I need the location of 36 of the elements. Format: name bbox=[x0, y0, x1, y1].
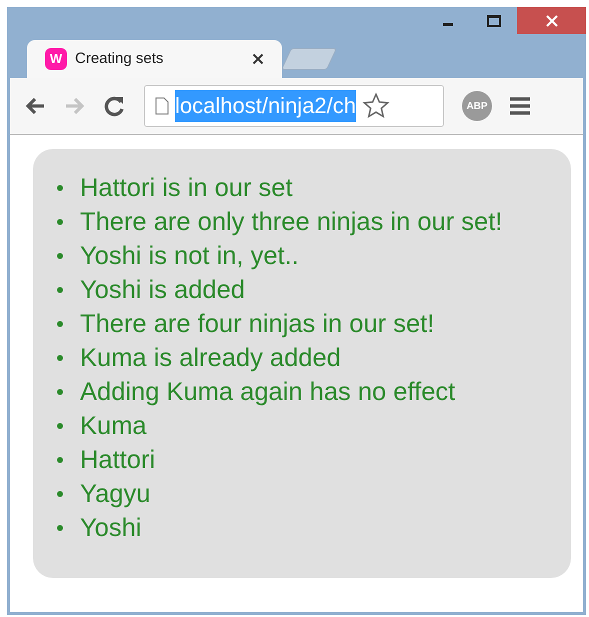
browser-tab[interactable]: W Creating sets bbox=[27, 40, 282, 78]
list-item: Yoshi bbox=[80, 512, 142, 544]
url-text: localhost/ninja2/ch bbox=[175, 90, 356, 122]
bullet-icon bbox=[57, 219, 63, 225]
menu-icon[interactable] bbox=[510, 97, 530, 115]
list-item: Kuma is already added bbox=[80, 342, 341, 374]
bullet-icon bbox=[57, 287, 63, 293]
list-item: Hattori bbox=[80, 444, 156, 476]
bullet-icon bbox=[57, 321, 63, 327]
bullet-icon bbox=[57, 355, 63, 361]
list-item: Yagyu bbox=[80, 478, 150, 510]
back-arrow-icon[interactable] bbox=[24, 96, 46, 116]
reload-icon[interactable] bbox=[104, 95, 126, 117]
list-item: Adding Kuma again has no effect bbox=[80, 376, 456, 408]
bullet-icon bbox=[57, 185, 63, 191]
close-tab-icon[interactable] bbox=[252, 53, 264, 65]
list-item: Yoshi is not in, yet.. bbox=[80, 240, 299, 272]
list-item: Kuma bbox=[80, 410, 147, 442]
bullet-icon bbox=[57, 491, 63, 497]
adblock-extension-button[interactable]: ABP bbox=[462, 91, 492, 121]
bullet-icon bbox=[57, 253, 63, 259]
list-item: There are only three ninjas in our set! bbox=[80, 206, 502, 238]
close-icon bbox=[544, 14, 558, 28]
list-item: Yoshi is added bbox=[80, 274, 245, 306]
bullet-icon bbox=[57, 457, 63, 463]
address-bar[interactable]: localhost/ninja2/ch bbox=[144, 85, 444, 127]
list-item: Hattori is in our set bbox=[80, 172, 293, 204]
list-item: There are four ninjas in our set! bbox=[80, 308, 434, 340]
close-button[interactable] bbox=[517, 7, 586, 34]
bullet-icon bbox=[57, 525, 63, 531]
favicon: W bbox=[45, 48, 67, 70]
page-icon bbox=[155, 97, 169, 115]
star-icon[interactable] bbox=[362, 92, 390, 120]
tab-title: Creating sets bbox=[75, 48, 164, 69]
bullet-icon bbox=[57, 423, 63, 429]
bullet-icon bbox=[57, 389, 63, 395]
